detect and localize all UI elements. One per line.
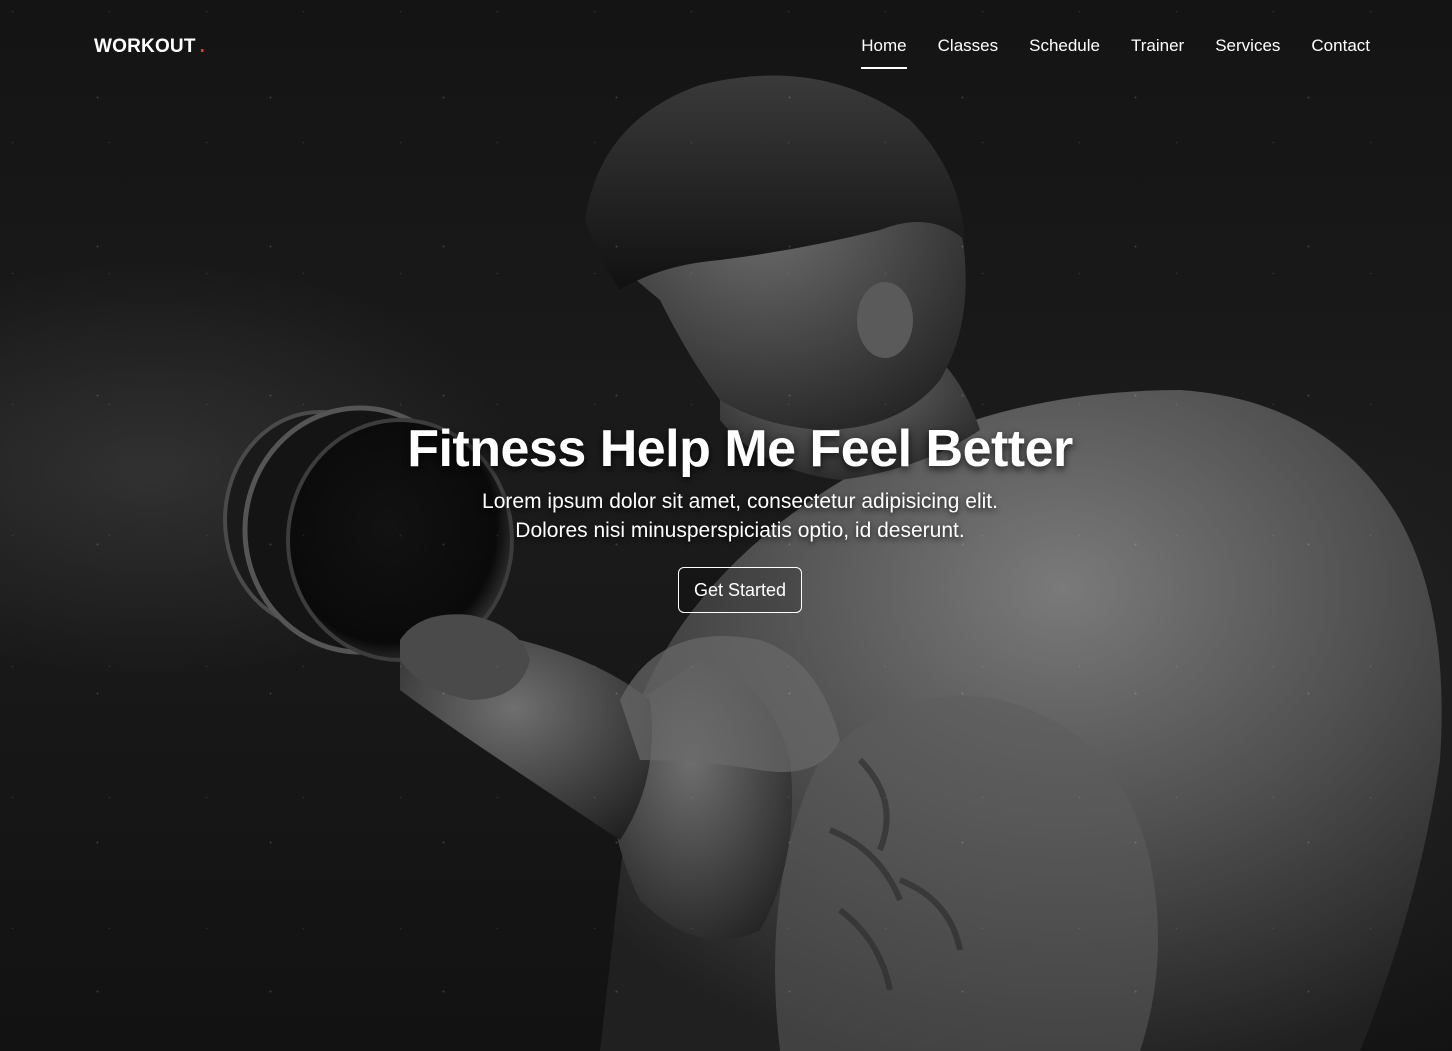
brand-dot: .: [199, 36, 206, 57]
nav-item-classes: Classes: [938, 36, 998, 69]
nav-menu: Home Classes Schedule Trainer Services C…: [861, 36, 1370, 69]
brand-logo[interactable]: WORKOUT.: [94, 36, 205, 58]
nav-item-contact: Contact: [1311, 36, 1370, 69]
nav-link-home[interactable]: Home: [861, 36, 907, 69]
nav-item-home: Home: [861, 36, 907, 69]
brand-name: WORKOUT: [94, 36, 196, 57]
hero-section: WORKOUT. Home Classes Schedule Trainer S…: [0, 0, 1452, 1051]
nav-link-services[interactable]: Services: [1215, 36, 1280, 67]
get-started-button[interactable]: Get Started: [677, 567, 803, 613]
nav-link-classes[interactable]: Classes: [938, 36, 998, 67]
nav-item-services: Services: [1215, 36, 1280, 69]
hero-title: Fitness Help Me Feel Better: [407, 420, 1073, 478]
nav-link-trainer[interactable]: Trainer: [1131, 36, 1184, 67]
nav-link-schedule[interactable]: Schedule: [1029, 36, 1100, 67]
nav-item-schedule: Schedule: [1029, 36, 1100, 69]
nav-link-contact[interactable]: Contact: [1311, 36, 1370, 67]
nav-item-trainer: Trainer: [1131, 36, 1184, 69]
hero-subtitle: Lorem ipsum dolor sit amet, consectetur …: [482, 490, 998, 542]
hero-content: Fitness Help Me Feel Better Lorem ipsum …: [340, 415, 1140, 613]
navbar: WORKOUT. Home Classes Schedule Trainer S…: [0, 0, 1452, 96]
